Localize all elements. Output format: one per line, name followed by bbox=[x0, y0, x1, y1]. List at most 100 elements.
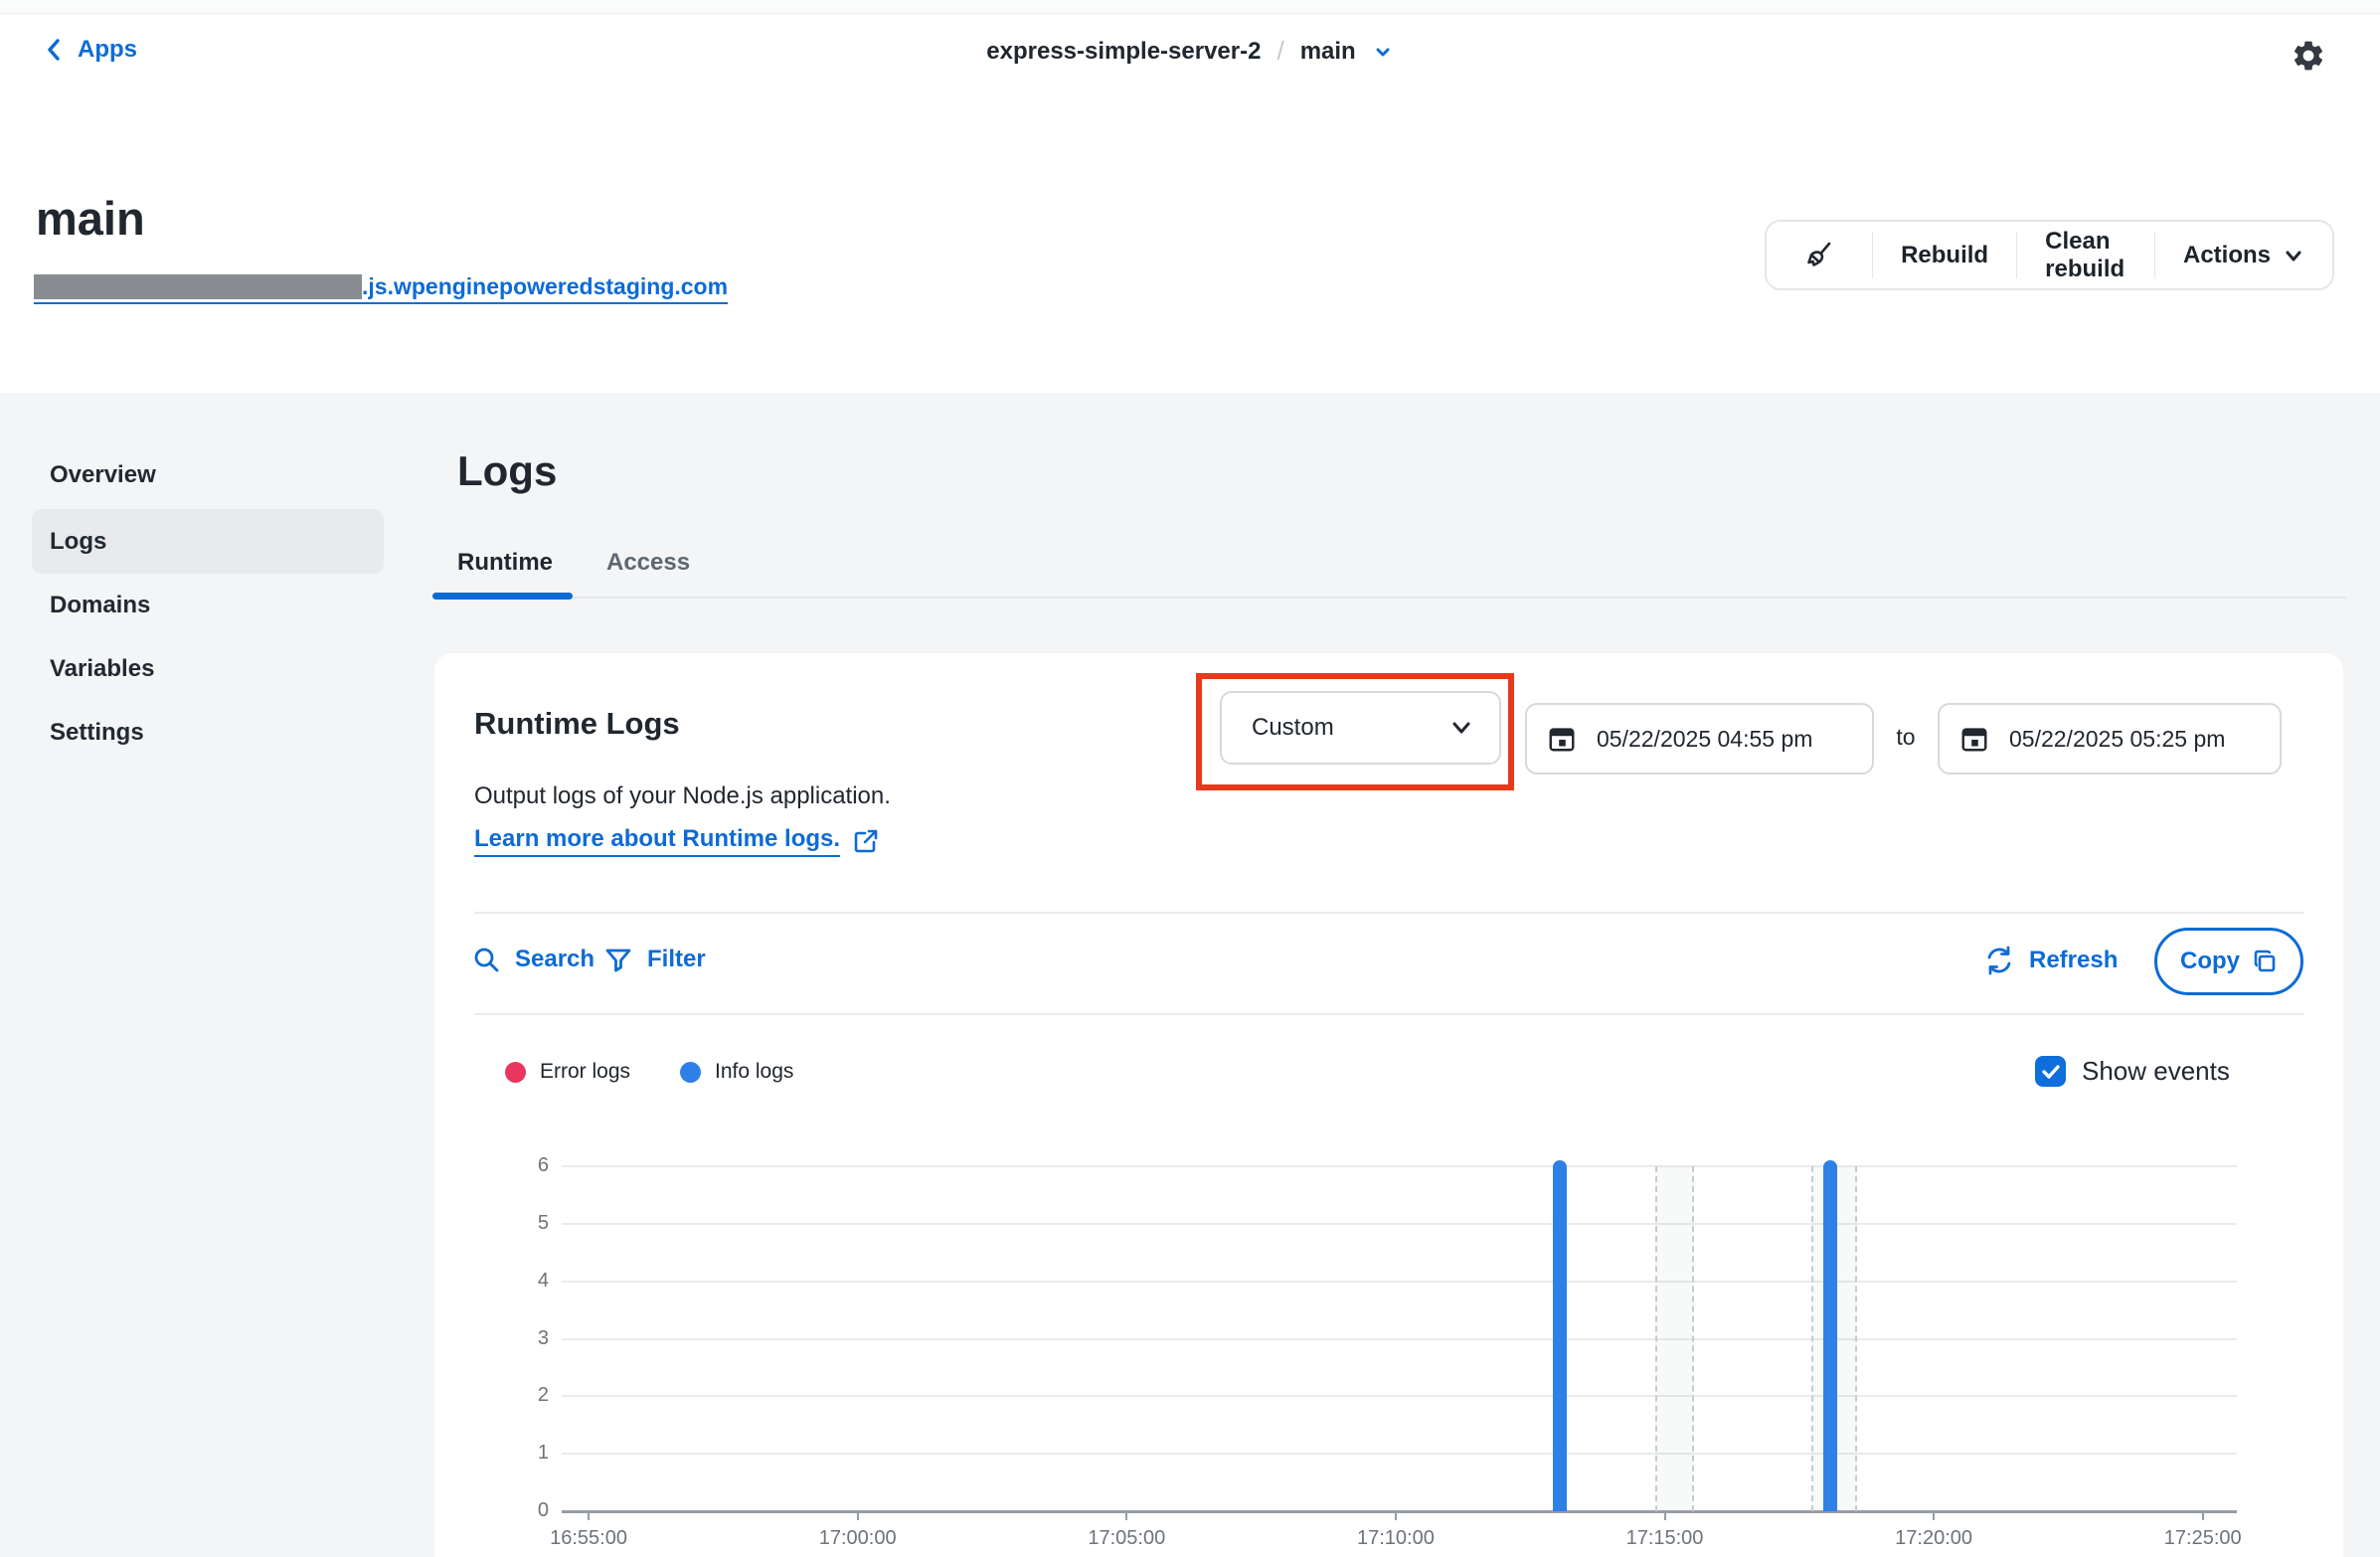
content-title: Logs bbox=[457, 447, 557, 495]
date-from-value: 05/22/2025 04:55 pm bbox=[1597, 726, 1812, 753]
redaction-bar bbox=[34, 274, 362, 299]
runtime-logs-chart: 0 1 2 3 4 5 6 16:55:00 17:00:00 17:05:00 17:10:00… bbox=[497, 1143, 2346, 1551]
breadcrumb-env-name[interactable]: main bbox=[1300, 38, 1356, 66]
breadcrumb: express-simple-server-2 / main bbox=[0, 36, 2380, 67]
x-tick-label: 17:10:00 bbox=[1357, 1527, 1435, 1550]
refresh-icon bbox=[1983, 945, 2015, 976]
event-marker-band bbox=[1655, 1166, 1694, 1511]
x-tick-label: 17:05:00 bbox=[1088, 1527, 1165, 1550]
x-tick-label: 17:25:00 bbox=[2164, 1527, 2242, 1550]
rebuild-button[interactable]: Rebuild bbox=[1873, 222, 2016, 288]
log-bar bbox=[1553, 1160, 1567, 1511]
x-tick-mark bbox=[857, 1511, 859, 1520]
tab-access[interactable]: Access bbox=[606, 549, 690, 577]
environment-url-text: .js.wpenginepoweredstaging.com bbox=[362, 274, 728, 299]
sidebar-item-domains[interactable]: Domains bbox=[50, 590, 348, 621]
x-tick-label: 17:15:00 bbox=[1626, 1527, 1704, 1550]
date-to-input[interactable]: 05/22/2025 05:25 pm bbox=[1938, 703, 2282, 775]
breadcrumb-separator: / bbox=[1276, 36, 1283, 67]
gridline bbox=[562, 1338, 2237, 1340]
refresh-button[interactable]: Refresh bbox=[1983, 945, 2118, 976]
y-tick-label: 4 bbox=[497, 1270, 549, 1293]
x-tick-label: 16:55:00 bbox=[550, 1527, 627, 1550]
sidebar-item-label: Logs bbox=[50, 528, 106, 556]
actions-menu-button[interactable]: Actions bbox=[2155, 222, 2332, 288]
chevron-down-icon bbox=[2283, 245, 2304, 266]
panel-divider bbox=[474, 912, 2303, 914]
info-logs-dot bbox=[680, 1062, 701, 1083]
panel-title: Runtime Logs bbox=[474, 706, 680, 742]
y-tick-label: 5 bbox=[497, 1212, 549, 1235]
sidebar-item-label: Variables bbox=[50, 655, 154, 683]
copy-icon bbox=[2252, 949, 2278, 974]
sidebar-item-variables[interactable]: Variables bbox=[50, 653, 348, 685]
x-tick-label: 17:00:00 bbox=[819, 1527, 897, 1550]
clean-rebuild-button[interactable]: Clean rebuild bbox=[2017, 222, 2154, 288]
search-icon bbox=[471, 945, 501, 974]
window-top-strip bbox=[0, 0, 2380, 14]
y-tick-label: 1 bbox=[497, 1442, 549, 1465]
tabs-divider bbox=[434, 597, 2346, 599]
page-title: main bbox=[36, 191, 145, 246]
sidebar-item-label: Settings bbox=[50, 719, 144, 747]
sidebar-item-settings[interactable]: Settings bbox=[50, 717, 348, 749]
copy-button[interactable]: Copy bbox=[2154, 928, 2303, 995]
sidebar-item-overview[interactable]: Overview bbox=[50, 459, 348, 491]
gridline bbox=[562, 1281, 2237, 1283]
breadcrumb-app-name[interactable]: express-simple-server-2 bbox=[986, 38, 1261, 66]
back-link-label: Apps bbox=[78, 36, 137, 64]
environment-url-link[interactable]: .js.wpenginepoweredstaging.com bbox=[34, 274, 728, 304]
active-tab-underline bbox=[432, 593, 573, 600]
copy-button-label: Copy bbox=[2180, 948, 2240, 975]
back-to-apps-link[interactable]: Apps bbox=[44, 36, 137, 64]
settings-gear-icon[interactable] bbox=[2291, 38, 2326, 74]
y-tick-label: 2 bbox=[497, 1384, 549, 1407]
env-chevron-down-icon[interactable] bbox=[1372, 41, 1394, 63]
x-tick-mark bbox=[1933, 1511, 1935, 1520]
show-events-toggle[interactable]: Show events bbox=[2035, 1056, 2230, 1087]
x-tick-mark bbox=[1125, 1511, 1127, 1520]
to-label: to bbox=[1886, 724, 1926, 751]
x-tick-mark bbox=[1664, 1511, 1666, 1520]
header-actions-group: Rebuild Clean rebuild Actions bbox=[1765, 220, 2334, 290]
chart-plot-area bbox=[562, 1166, 2237, 1511]
chevron-down-icon bbox=[1447, 714, 1475, 742]
search-label: Search bbox=[515, 946, 595, 973]
sidebar-item-logs[interactable]: Logs bbox=[50, 526, 348, 558]
x-tick-mark bbox=[2202, 1511, 2204, 1520]
date-to-value: 05/22/2025 05:25 pm bbox=[2009, 726, 2225, 753]
gridline bbox=[562, 1165, 2237, 1167]
info-logs-label: Info logs bbox=[715, 1060, 793, 1084]
x-tick-label: 17:20:00 bbox=[1895, 1527, 1972, 1550]
panel-description: Output logs of your Node.js application. bbox=[474, 782, 891, 810]
log-bar bbox=[1823, 1160, 1837, 1511]
external-link-icon bbox=[852, 827, 880, 855]
x-tick-mark bbox=[588, 1511, 590, 1520]
clear-cache-button[interactable] bbox=[1767, 222, 1872, 288]
chart-legend: Error logs Info logs bbox=[505, 1056, 793, 1088]
sidebar-item-label: Overview bbox=[50, 461, 156, 489]
error-logs-label: Error logs bbox=[540, 1060, 630, 1084]
learn-more-link[interactable]: Learn more about Runtime logs. bbox=[474, 825, 880, 859]
show-events-label: Show events bbox=[2082, 1056, 2230, 1087]
rebuild-button-label: Rebuild bbox=[1901, 242, 1988, 269]
calendar-icon bbox=[1547, 724, 1577, 754]
error-logs-dot bbox=[505, 1062, 526, 1083]
search-button[interactable]: Search bbox=[471, 945, 595, 974]
x-axis-line bbox=[562, 1510, 2237, 1513]
filter-button[interactable]: Filter bbox=[603, 945, 706, 974]
learn-more-text: Learn more about Runtime logs. bbox=[474, 825, 840, 857]
y-tick-label: 0 bbox=[497, 1499, 549, 1522]
clean-rebuild-button-label: Clean rebuild bbox=[2045, 228, 2126, 283]
time-range-select-value: Custom bbox=[1252, 714, 1334, 742]
y-tick-label: 6 bbox=[497, 1154, 549, 1177]
gridline bbox=[562, 1395, 2237, 1397]
sidebar-item-label: Domains bbox=[50, 592, 150, 619]
filter-label: Filter bbox=[647, 946, 706, 973]
show-events-checkbox[interactable] bbox=[2035, 1056, 2066, 1087]
tab-runtime[interactable]: Runtime bbox=[457, 549, 553, 577]
time-range-select[interactable]: Custom bbox=[1220, 691, 1501, 765]
panel-divider bbox=[474, 1013, 2303, 1015]
y-tick-label: 3 bbox=[497, 1327, 549, 1350]
date-from-input[interactable]: 05/22/2025 04:55 pm bbox=[1525, 703, 1874, 775]
